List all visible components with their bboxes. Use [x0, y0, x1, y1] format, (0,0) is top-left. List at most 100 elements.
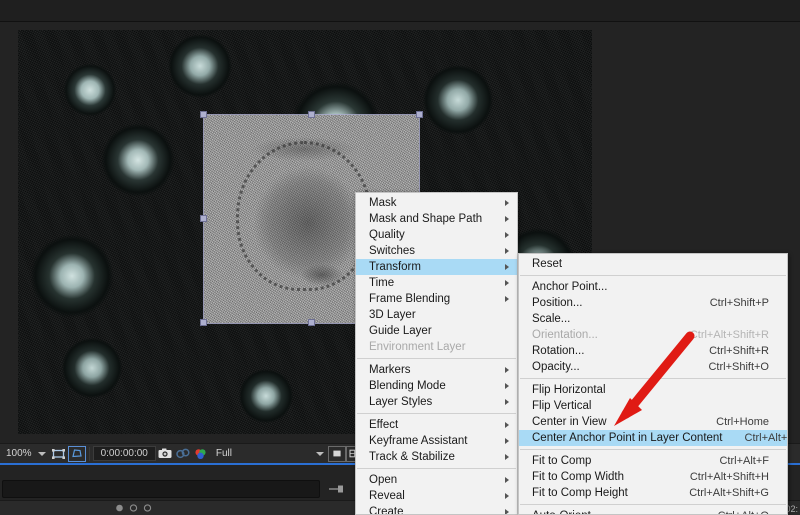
menu-item-label: Blending Mode: [369, 380, 446, 392]
menu-item-label: 3D Layer: [369, 309, 416, 321]
layer-menu-item-time[interactable]: Time: [356, 275, 517, 291]
transform-submenu[interactable]: Reset Anchor Point... Position... Ctrl+Shif…: [518, 253, 788, 515]
submenu-arrow-icon: [505, 493, 509, 499]
transform-menu-item-anchor-point[interactable]: Anchor Point...: [519, 279, 787, 295]
layer-context-menu[interactable]: Mask Mask and Shape Path Quality Switches Tr…: [355, 192, 518, 515]
menu-item-shortcut: Ctrl+Alt+O: [696, 508, 769, 514]
transform-menu-item-fit-to-comp[interactable]: Fit to Comp Ctrl+Alt+F: [519, 453, 787, 469]
transform-menu-separator: [520, 378, 786, 379]
layer-menu-item-create[interactable]: Create: [356, 504, 517, 514]
menu-item-label: Track & Stabilize: [369, 451, 455, 463]
region-of-interest-icon[interactable]: [50, 446, 68, 462]
submenu-arrow-icon: [505, 280, 509, 286]
menu-item-shortcut: Ctrl+Alt+F: [719, 455, 769, 467]
menu-item-label: Layer Styles: [369, 396, 433, 408]
current-timecode-field[interactable]: 0:00:00:00: [92, 446, 156, 461]
menu-item-label: Frame Blending: [369, 293, 451, 305]
layer-menu-item-markers[interactable]: Markers: [356, 362, 517, 378]
solo-icon[interactable]: [140, 501, 154, 515]
submenu-arrow-icon: [505, 454, 509, 460]
submenu-arrow-icon: [505, 264, 509, 270]
layer-menu-item-layer-styles[interactable]: Layer Styles: [356, 394, 517, 410]
menu-item-label: Scale...: [532, 313, 571, 325]
toolbar-divider: [88, 446, 90, 461]
show-channel-icon[interactable]: [192, 446, 210, 462]
eye-icon[interactable]: [112, 501, 126, 515]
layer-menu-item-keyframe-assistant[interactable]: Keyframe Assistant: [356, 433, 517, 449]
resolution-selector[interactable]: Full: [210, 443, 328, 465]
resolution-value: Full: [215, 448, 232, 459]
layer-menu-item-mask-and-shape-path[interactable]: Mask and Shape Path: [356, 211, 517, 227]
selection-handle-bc[interactable]: [308, 319, 315, 326]
transform-menu-item-auto-orient[interactable]: Auto-Orient...Ctrl+Alt+O: [519, 508, 787, 514]
show-snapshot-icon[interactable]: [174, 446, 192, 462]
submenu-arrow-icon: [505, 383, 509, 389]
submenu-arrow-icon: [505, 477, 509, 483]
layer-menu-item-switches[interactable]: Switches: [356, 243, 517, 259]
menu-item-label: Guide Layer: [369, 325, 432, 337]
menu-item-shortcut: Ctrl+Alt+Shift+G: [689, 487, 769, 499]
transform-menu-item-scale[interactable]: Scale...: [519, 311, 787, 327]
transform-menu-item-rotation[interactable]: Rotation... Ctrl+Shift+R: [519, 343, 787, 359]
selection-handle-tr[interactable]: [416, 111, 423, 118]
toggle-transparency-grid-icon[interactable]: [327, 445, 346, 462]
transform-menu-item-opacity[interactable]: Opacity... Ctrl+Shift+O: [519, 359, 787, 375]
selection-handle-tl[interactable]: [200, 111, 207, 118]
mask-shape-visibility-icon[interactable]: [67, 445, 86, 462]
transform-menu-separator: [520, 449, 786, 450]
selection-handle-bl[interactable]: [200, 319, 207, 326]
camera-icon[interactable]: [156, 446, 174, 462]
layer-menu-item-environment-layer: Environment Layer: [356, 339, 517, 355]
menu-item-label: Reveal: [369, 490, 405, 502]
transform-menu-separator: [520, 275, 786, 276]
submenu-arrow-icon: [505, 438, 509, 444]
menu-item-label: Auto-Orient...: [532, 508, 696, 514]
layer-menu-separator: [357, 413, 516, 414]
layer-menu-item-track-stabilize[interactable]: Track & Stabilize: [356, 449, 517, 465]
selection-handle-tc[interactable]: [308, 111, 315, 118]
magnification-ratio-selector[interactable]: 100%: [0, 443, 50, 465]
menu-item-label: Orientation...: [532, 329, 598, 341]
transform-menu-item-flip-vertical[interactable]: Flip Vertical: [519, 398, 787, 414]
layer-menu-item-frame-blending[interactable]: Frame Blending: [356, 291, 517, 307]
layer-menu-item-mask[interactable]: Mask: [356, 195, 517, 211]
search-input[interactable]: [2, 480, 320, 498]
selection-handle-ml[interactable]: [200, 215, 207, 222]
panel-tab-bar: [0, 0, 800, 22]
submenu-arrow-icon: [505, 422, 509, 428]
timeline-switches-icon[interactable]: [328, 482, 346, 496]
layer-menu-item-effect[interactable]: Effect: [356, 417, 517, 433]
layer-menu-separator: [357, 358, 516, 359]
transform-menu-item-fit-to-comp-height[interactable]: Fit to Comp Height Ctrl+Alt+Shift+G: [519, 485, 787, 501]
menu-item-label: Flip Horizontal: [532, 384, 606, 396]
layer-menu-item-guide-layer[interactable]: Guide Layer: [356, 323, 517, 339]
layer-menu-item-reveal[interactable]: Reveal: [356, 488, 517, 504]
transform-menu-item-fit-to-comp-width[interactable]: Fit to Comp Width Ctrl+Alt+Shift+H: [519, 469, 787, 485]
menu-item-shortcut: Ctrl+Shift+R: [709, 345, 769, 357]
submenu-arrow-icon: [505, 509, 509, 514]
layer-menu-item-transform[interactable]: Transform: [356, 259, 517, 275]
layer-menu-item-quality[interactable]: Quality: [356, 227, 517, 243]
submenu-arrow-icon: [505, 232, 509, 238]
layer-menu-item-open[interactable]: Open: [356, 472, 517, 488]
menu-item-label: Quality: [369, 229, 405, 241]
transform-menu-item-position[interactable]: Position... Ctrl+Shift+P: [519, 295, 787, 311]
transform-menu-item-flip-horizontal[interactable]: Flip Horizontal: [519, 382, 787, 398]
menu-item-label: Markers: [369, 364, 411, 376]
audio-icon[interactable]: [126, 501, 140, 515]
menu-item-label: Flip Vertical: [532, 400, 592, 412]
transform-menu-separator: [520, 504, 786, 505]
menu-item-label: Open: [369, 474, 398, 486]
layer-menu-item-blending-mode[interactable]: Blending Mode: [356, 378, 517, 394]
layer-menu-item-3d-layer[interactable]: 3D Layer: [356, 307, 517, 323]
menu-item-label: Reset: [532, 258, 563, 270]
chevron-down-icon: [315, 451, 324, 456]
transform-menu-item-center-anchor-point-in-layer-content[interactable]: Center Anchor Point in Layer Content Ctrl…: [519, 430, 787, 446]
chevron-down-icon: [37, 451, 46, 456]
menu-item-label: Switches: [369, 245, 416, 257]
menu-item-label: Center in View: [532, 416, 607, 428]
transform-menu-item-center-in-view[interactable]: Center in View Ctrl+Home: [519, 414, 787, 430]
menu-item-shortcut: Ctrl+Alt+Shift+R: [689, 329, 769, 341]
menu-item-label: Effect: [369, 419, 399, 431]
transform-menu-item-reset[interactable]: Reset: [519, 256, 787, 272]
